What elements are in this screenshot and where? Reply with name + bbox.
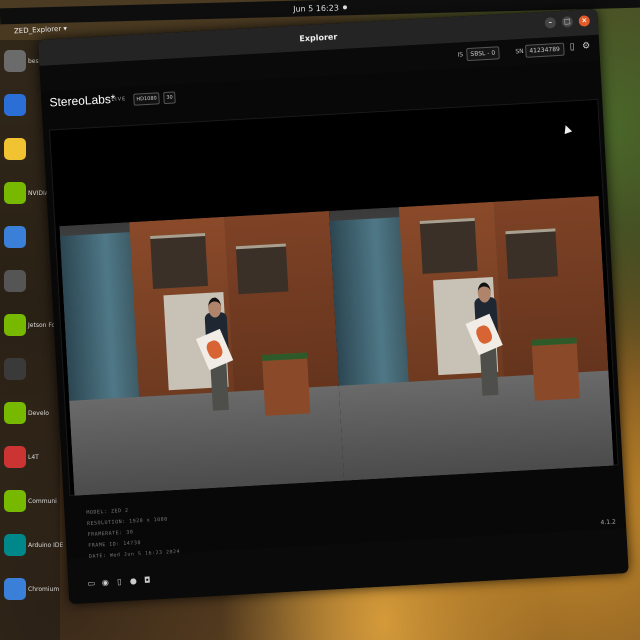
- clock[interactable]: Jun 5 16:23: [293, 3, 339, 13]
- dock-app-icon[interactable]: [4, 226, 26, 248]
- dock-app-label: L4T: [28, 454, 39, 461]
- dock-app-icon[interactable]: [4, 182, 26, 204]
- resolution-select[interactable]: HD1080: [133, 92, 161, 106]
- dock-app-icon[interactable]: [4, 50, 26, 72]
- camera-label: IS: [457, 51, 464, 59]
- serial-label: SN: [515, 47, 524, 56]
- dock-app-icon[interactable]: [4, 138, 26, 160]
- dock-app-label: Communi: [28, 498, 57, 505]
- dock-app-icon[interactable]: [4, 446, 26, 468]
- record-icon[interactable]: ▯: [567, 41, 578, 54]
- dock-app-icon[interactable]: [4, 358, 26, 380]
- snapshot-icon[interactable]: ◘: [142, 574, 153, 587]
- dock-app-icon[interactable]: [4, 490, 26, 512]
- window-title: Explorer: [299, 31, 338, 43]
- dock-app-label: Arduino IDE: [28, 542, 64, 549]
- settings-gear-icon[interactable]: ⚙: [581, 40, 592, 53]
- dock-app-label: Develo: [28, 410, 49, 417]
- dock-app-icon[interactable]: [4, 534, 26, 556]
- record-icon[interactable]: ●: [128, 575, 139, 588]
- zed-explorer-window: Explorer – □ × IS SBSL - 0 SN 41234789 ▯…: [38, 8, 629, 605]
- serial-select[interactable]: 41234789: [525, 42, 565, 58]
- dock-app-icon[interactable]: [4, 578, 26, 600]
- right-camera-image: [329, 195, 614, 481]
- live-indicator: LIVE: [111, 96, 127, 103]
- notification-dot-icon: [342, 5, 347, 10]
- svo-icon[interactable]: ▯: [114, 576, 125, 589]
- version-label: 4.1.2: [600, 518, 617, 527]
- close-button[interactable]: ×: [578, 15, 591, 27]
- video-viewport[interactable]: [49, 98, 619, 496]
- fps-select[interactable]: 30: [163, 91, 177, 105]
- dock-app-icon[interactable]: [4, 402, 26, 424]
- dock-app-icon[interactable]: [4, 270, 26, 292]
- dock-app-label: Chromium: [28, 586, 60, 593]
- stream-icon[interactable]: ◉: [100, 577, 111, 590]
- stereolabs-logo: StereoLabs*: [49, 91, 116, 110]
- minimize-button[interactable]: –: [544, 17, 557, 29]
- dock-app-icon[interactable]: [4, 94, 26, 116]
- left-camera-image: [59, 211, 345, 496]
- maximize-button[interactable]: □: [561, 16, 574, 28]
- camera-select[interactable]: SBSL - 0: [466, 46, 500, 62]
- dock-app-icon[interactable]: [4, 314, 26, 336]
- folder-icon[interactable]: ▭: [86, 578, 97, 591]
- stereo-feed: [55, 195, 617, 496]
